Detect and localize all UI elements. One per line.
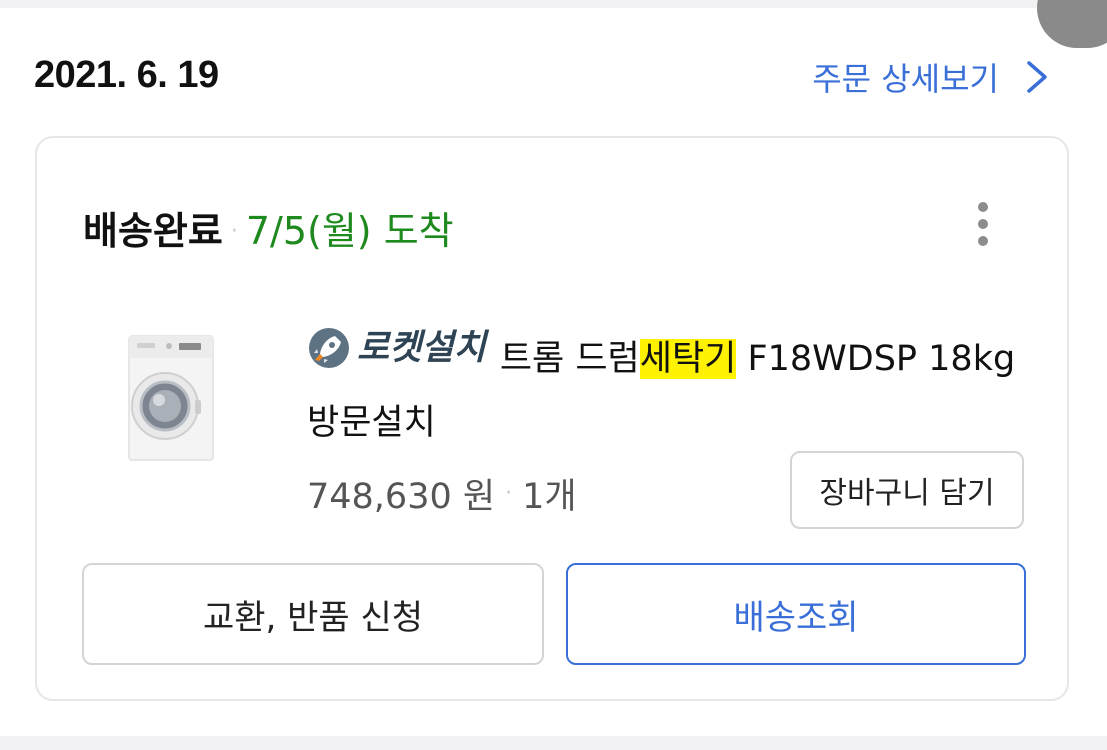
washing-machine-image[interactable] <box>125 334 217 464</box>
order-card: 배송완료 · 7/5(월) 도착 로켓설치 트롬 드럼세탁기 F18WDSP 1… <box>35 136 1069 701</box>
rocket-install-badge: 로켓설치 <box>307 316 486 380</box>
track-delivery-button[interactable]: 배송조회 <box>566 563 1026 665</box>
more-vertical-icon[interactable] <box>973 202 993 250</box>
product-title-text: 트롬 드럼 <box>499 339 640 379</box>
arrival-date: 7/5(월) 도착 <box>245 209 454 253</box>
price-row: 748,630 원 · 1개 <box>307 468 577 519</box>
delivery-status-row: 배송완료 · 7/5(월) 도착 <box>83 200 454 255</box>
price-separator: · <box>505 481 513 506</box>
order-detail-label: 주문 상세보기 <box>812 60 999 98</box>
status-separator: · <box>230 219 238 244</box>
rocket-icon <box>309 328 349 368</box>
add-to-cart-button[interactable]: 장바구니 담기 <box>790 451 1024 529</box>
product-quantity: 1개 <box>522 477 577 517</box>
product-title[interactable]: 로켓설치 트롬 드럼세탁기 F18WDSP 18kg 방문설치 <box>307 316 1037 455</box>
product-price: 748,630 원 <box>307 477 496 517</box>
order-list-page: 2021. 6. 19 주문 상세보기 배송완료 · 7/5(월) 도착 로켓설… <box>0 0 1107 736</box>
overlay-shape <box>1037 0 1107 48</box>
order-date: 2021. 6. 19 <box>34 54 219 96</box>
delivery-status: 배송완료 <box>83 209 223 253</box>
return-exchange-button[interactable]: 교환, 반품 신청 <box>82 563 544 665</box>
rocket-install-label: 로켓설치 <box>357 328 486 368</box>
chevron-right-icon <box>1027 61 1047 93</box>
product-title-highlight: 세탁기 <box>639 339 737 379</box>
order-detail-link[interactable]: 주문 상세보기 <box>812 54 1051 100</box>
